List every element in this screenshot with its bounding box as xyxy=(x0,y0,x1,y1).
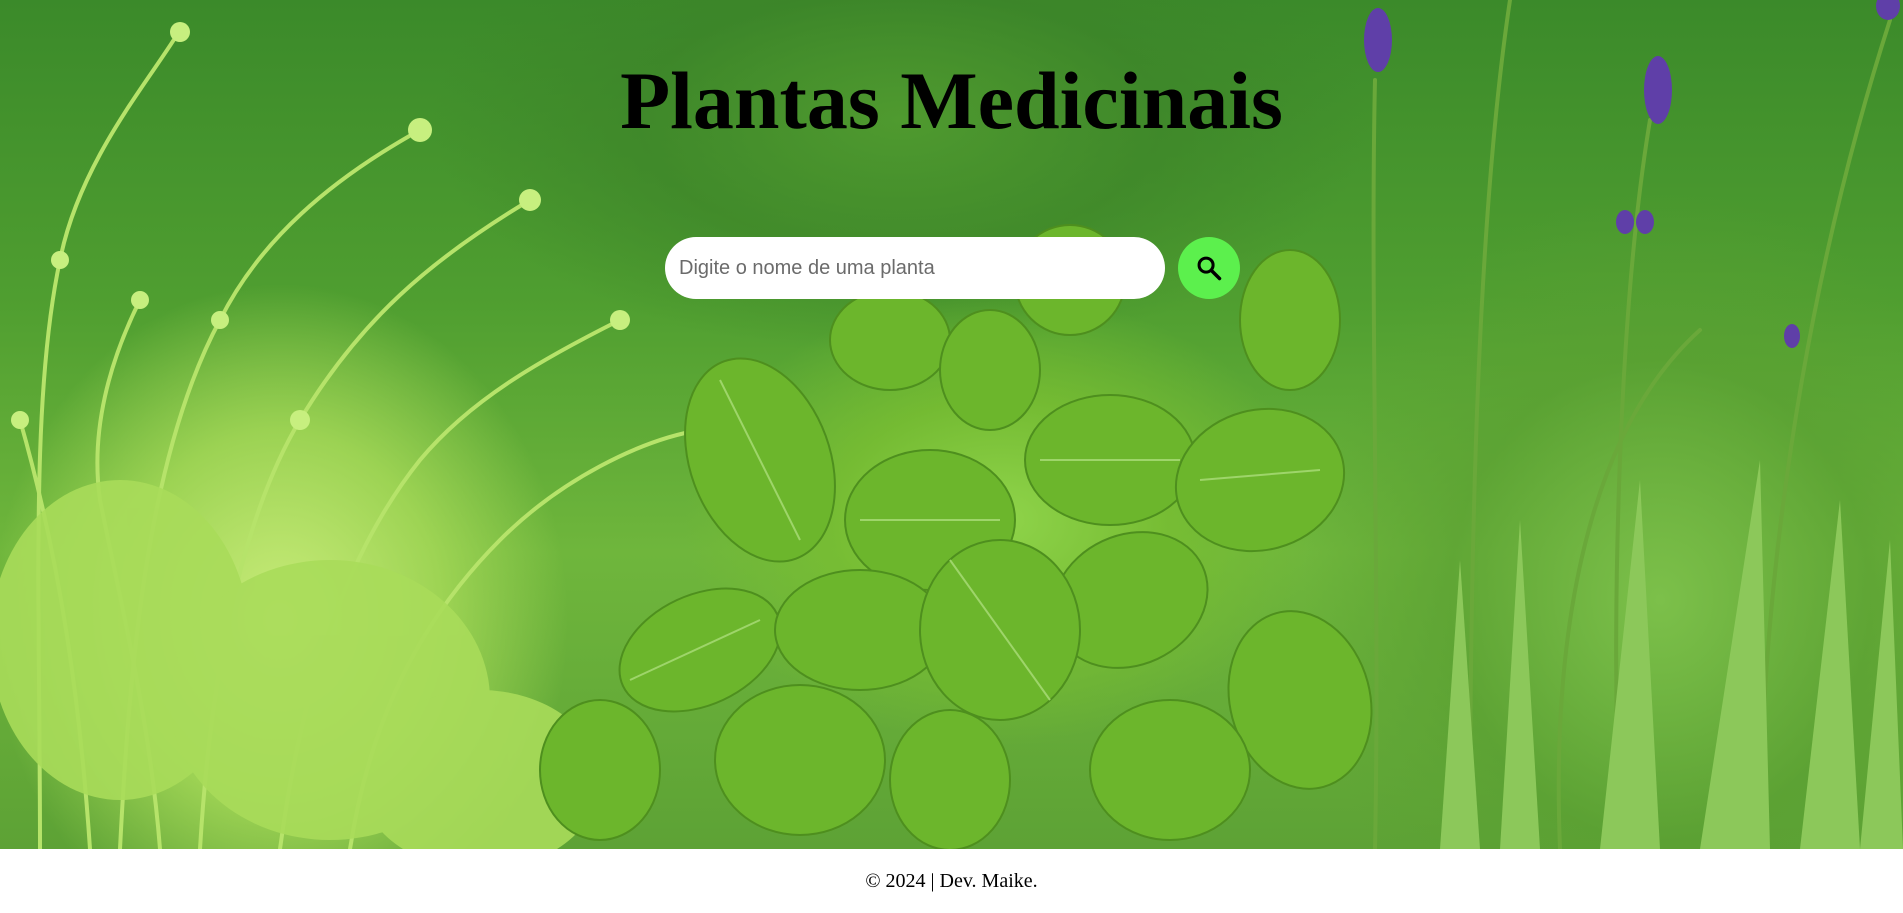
page-title: Plantas Medicinais xyxy=(620,55,1283,146)
hero-background: Plantas Medicinais xyxy=(0,0,1903,849)
search-input[interactable] xyxy=(665,237,1165,299)
search-button[interactable] xyxy=(1178,237,1240,299)
search-icon xyxy=(1197,256,1222,281)
search-bar xyxy=(665,237,1240,299)
footer: © 2024 | Dev. Maike. xyxy=(0,849,1903,913)
copyright-text: © 2024 | Dev. Maike. xyxy=(865,869,1038,892)
